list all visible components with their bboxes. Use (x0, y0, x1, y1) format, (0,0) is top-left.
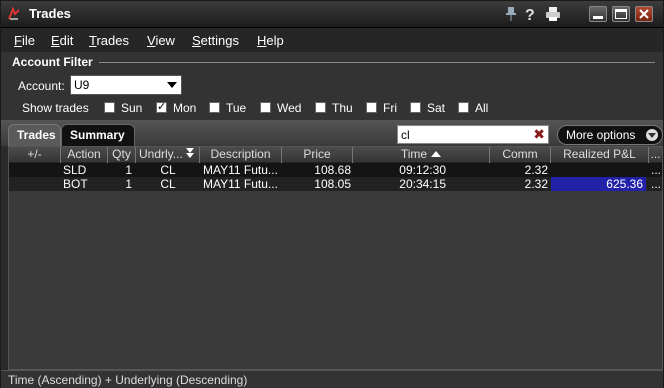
cell-qty: 1 (125, 177, 132, 191)
col-realized-pnl[interactable]: Realized P&L (551, 147, 649, 163)
title-bar[interactable]: Trades ? (1, 1, 663, 28)
sort-status-text: Time (Ascending) + Underlying (Descendin… (8, 373, 248, 387)
account-label: Account: (18, 79, 65, 93)
cell-realized-pnl: 625.36 (551, 177, 646, 191)
cell-more[interactable]: ... (651, 177, 662, 191)
show-trades-label: Show trades (22, 101, 89, 115)
checkbox-checked[interactable] (156, 100, 167, 113)
menu-settings[interactable]: Settings (192, 33, 239, 48)
menu-edit[interactable]: Edit (51, 33, 73, 48)
cell-description: MAY11 Futu... (203, 177, 278, 191)
account-filter-panel: Account Filter Account: U9 Show trades S… (1, 52, 663, 120)
cell-action: SLD (63, 163, 87, 177)
menu-bar: File Edit Trades View Settings Help (1, 28, 663, 52)
checkbox[interactable] (410, 102, 421, 113)
menu-file[interactable]: File (14, 33, 35, 48)
col-comm[interactable]: Comm (490, 147, 551, 163)
cell-time: 09:12:30 (399, 163, 446, 177)
checkbox[interactable] (209, 102, 220, 113)
menu-trades[interactable]: Trades (89, 33, 129, 48)
trades-table: +/- Action Qty Undrly... Description Pri… (8, 146, 663, 370)
cell-underlying: CL (160, 163, 176, 177)
table-row[interactable]: SLD 1 CL MAY11 Futu... 108.68 09:12:30 2… (9, 163, 662, 177)
trades-window: Trades ? File Edit Trades View Settings … (0, 0, 664, 388)
search-value: cl (401, 128, 410, 142)
checkbox[interactable] (260, 102, 271, 113)
close-icon (639, 9, 649, 19)
col-action[interactable]: Action (61, 147, 108, 163)
chevron-down-icon (646, 129, 658, 141)
sort-ascending-icon (431, 151, 442, 157)
cell-comm: 2.32 (524, 177, 548, 191)
status-bar: Time (Ascending) + Underlying (Descendin… (1, 370, 663, 388)
search-input[interactable]: cl ✖ (397, 125, 549, 144)
cell-time: 20:34:15 (399, 177, 446, 191)
filter-divider (99, 62, 655, 63)
cell-price: 108.05 (314, 177, 351, 191)
cell-more[interactable]: ... (651, 163, 662, 177)
clear-icon[interactable]: ✖ (533, 126, 545, 143)
tab-trades[interactable]: Trades (8, 124, 61, 146)
col-description[interactable]: Description (200, 147, 282, 163)
account-dropdown[interactable]: U9 (70, 75, 182, 95)
checkbox[interactable] (366, 102, 377, 113)
col-underlying[interactable]: Undrly... (136, 147, 200, 163)
checkbox[interactable] (315, 102, 326, 113)
cell-realized-pnl (551, 163, 646, 177)
checkbox[interactable] (104, 102, 115, 113)
cell-underlying: CL (160, 177, 176, 191)
col-time[interactable]: Time (353, 147, 490, 163)
menu-view[interactable]: View (147, 33, 175, 48)
sort-descending-icon (185, 148, 194, 158)
menu-help[interactable]: Help (257, 33, 284, 48)
close-button[interactable] (635, 6, 653, 22)
maximize-button[interactable] (612, 6, 630, 22)
pin-icon[interactable] (502, 5, 520, 23)
chevron-down-icon (167, 82, 177, 88)
more-options-button[interactable]: More options (557, 125, 663, 145)
account-value: U9 (74, 78, 90, 92)
col-more[interactable]: ... (649, 147, 662, 163)
help-icon[interactable]: ? (522, 5, 540, 23)
minimize-button[interactable] (589, 6, 607, 22)
cell-comm: 2.32 (524, 163, 548, 177)
cell-description: MAY11 Futu... (203, 163, 278, 177)
table-header: +/- Action Qty Undrly... Description Pri… (9, 147, 662, 163)
filter-title: Account Filter (12, 55, 93, 69)
cell-qty: 1 (125, 163, 132, 177)
checkbox[interactable] (458, 102, 469, 113)
cell-action: BOT (63, 177, 88, 191)
app-logo-icon (8, 7, 20, 20)
svg-text:?: ? (525, 7, 535, 23)
table-row[interactable]: BOT 1 CL MAY11 Futu... 108.05 20:34:15 2… (9, 177, 662, 191)
window-title: Trades (29, 6, 71, 21)
col-expand[interactable]: +/- (9, 147, 61, 163)
col-qty[interactable]: Qty (108, 147, 136, 163)
col-price[interactable]: Price (282, 147, 353, 163)
print-icon[interactable] (544, 5, 562, 23)
more-options-label: More options (566, 128, 636, 142)
tab-summary[interactable]: Summary (61, 124, 135, 146)
cell-price: 108.68 (314, 163, 351, 177)
